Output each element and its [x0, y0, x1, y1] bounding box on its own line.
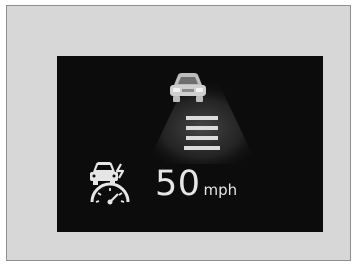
car-icon — [170, 73, 206, 102]
gap-bar — [186, 116, 218, 120]
instrument-display: 50 mph — [57, 56, 323, 232]
set-speed-value: 50 — [155, 164, 201, 204]
figure-frame: 50 mph — [6, 5, 351, 261]
gap-bar — [184, 146, 220, 150]
speed-unit: mph — [203, 181, 238, 199]
set-speed-readout: 50 mph — [155, 164, 237, 204]
gap-bar — [186, 126, 218, 130]
acc-speedometer-icon — [90, 162, 130, 205]
gap-bar — [186, 136, 218, 140]
